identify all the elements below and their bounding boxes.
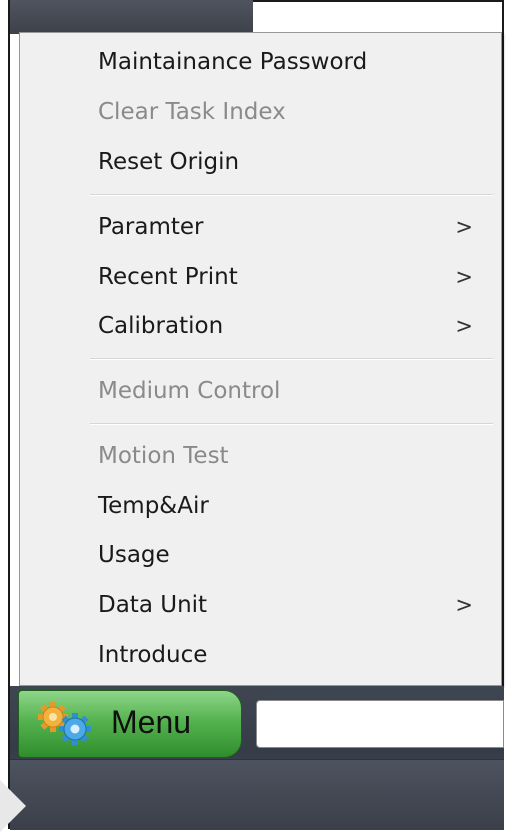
menu-separator [90, 423, 493, 425]
menu-item-paramter[interactable]: Paramter > [98, 208, 493, 246]
menu-item-label: Maintainance Password [98, 49, 368, 75]
chevron-right-icon: > [455, 215, 473, 239]
chevron-right-icon: > [455, 265, 473, 289]
menu-item-label: Reset Origin [98, 149, 240, 175]
menu-item-clear-task-index: Clear Task Index [98, 93, 493, 131]
menu-item-calibration[interactable]: Calibration > [98, 307, 493, 345]
menu-item-maintainance-password[interactable]: Maintainance Password [98, 43, 493, 81]
menu-item-temp-air[interactable]: Temp&Air [98, 487, 493, 525]
menu-item-label: Usage [98, 542, 170, 568]
menu-item-data-unit[interactable]: Data Unit > [98, 586, 493, 624]
menu-button-label: Menu [111, 704, 192, 740]
start-menu: Maintainance Password Clear Task Index R… [19, 32, 502, 686]
menu-item-label: Introduce [98, 642, 208, 668]
menu-item-motion-test: Motion Test [98, 437, 493, 475]
menu-separator [90, 194, 493, 196]
menu-item-recent-print[interactable]: Recent Print > [98, 258, 493, 296]
chevron-right-icon: > [455, 593, 473, 617]
menu-item-usage[interactable]: Usage [98, 536, 493, 574]
taskbar-input[interactable] [256, 700, 504, 748]
menu-item-label: Medium Control [98, 378, 281, 404]
menu-item-label: Paramter [98, 214, 204, 240]
menu-item-reset-origin[interactable]: Reset Origin [98, 143, 493, 181]
gears-icon [33, 699, 103, 749]
menu-separator [90, 358, 493, 360]
title-strip [10, 0, 253, 34]
menu-item-label: Recent Print [98, 264, 238, 290]
menu-item-label: Data Unit [98, 592, 208, 618]
chevron-right-icon: > [455, 314, 473, 338]
menu-item-label: Clear Task Index [98, 99, 286, 125]
menu-item-medium-control: Medium Control [98, 372, 493, 410]
menu-item-label: Calibration [98, 313, 224, 339]
taskbar-lower-strip [10, 759, 504, 830]
menu-item-label: Temp&Air [98, 493, 209, 519]
menu-item-introduce[interactable]: Introduce [98, 636, 493, 674]
menu-button[interactable]: Menu [18, 690, 242, 758]
corner-marker [0, 780, 26, 832]
menu-item-label: Motion Test [98, 443, 229, 469]
